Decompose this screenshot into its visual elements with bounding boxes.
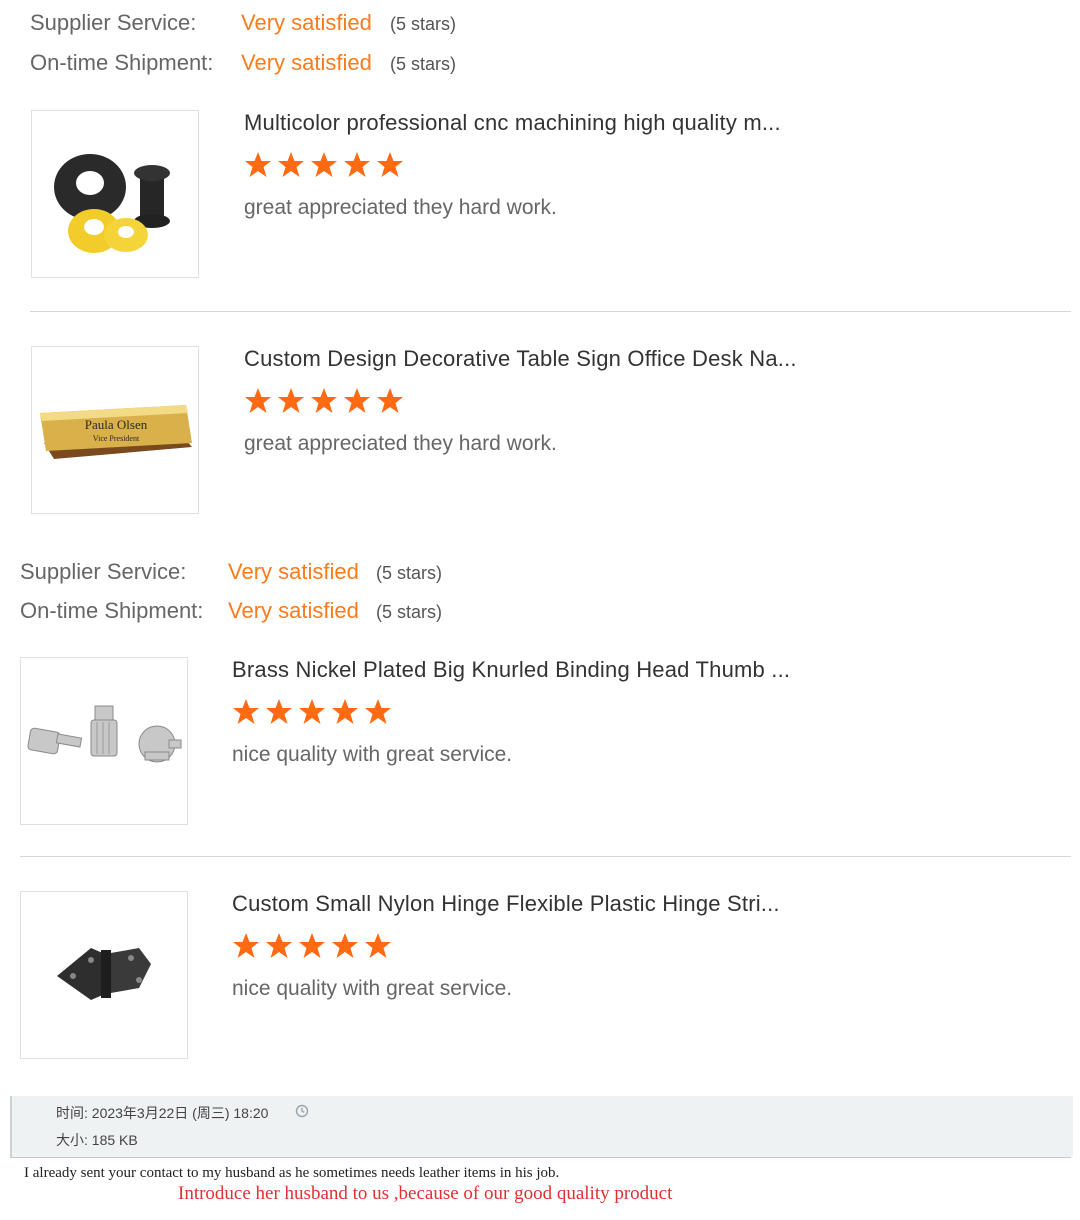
star-icon bbox=[332, 699, 358, 724]
review-item: Brass Nickel Plated Big Knurled Binding … bbox=[20, 657, 820, 825]
divider bbox=[20, 856, 1071, 857]
nameplate-role: Vice President bbox=[93, 434, 140, 443]
supplier-service-stars: (5 stars) bbox=[390, 14, 457, 34]
supplier-service-value: Very satisfied bbox=[228, 559, 359, 584]
star-icon bbox=[278, 152, 304, 177]
plastic-hinge-product-icon bbox=[57, 948, 151, 1000]
star-icon bbox=[245, 152, 271, 177]
review-item: Multicolor professional cnc machining hi… bbox=[31, 110, 831, 278]
history-clock-icon[interactable] bbox=[295, 1104, 309, 1118]
supplier-service-rating: Supplier Service: Very satisfied (5 star… bbox=[30, 10, 550, 40]
product-thumbnail[interactable] bbox=[20, 891, 188, 1059]
star-icon bbox=[365, 699, 391, 724]
product-title[interactable]: Multicolor professional cnc machining hi… bbox=[244, 110, 781, 136]
star-icon bbox=[365, 933, 391, 958]
star-icon bbox=[233, 699, 259, 724]
review-star-rating bbox=[244, 150, 414, 184]
review-item: Paula Olsen Vice President Custom Design… bbox=[31, 346, 831, 514]
star-icon bbox=[332, 933, 358, 958]
review-comment: nice quality with great service. bbox=[232, 743, 513, 766]
thumb-screws-product-icon bbox=[27, 705, 182, 763]
supplier-service-value: Very satisfied bbox=[241, 10, 372, 35]
ontime-shipment-stars: (5 stars) bbox=[390, 54, 457, 74]
ontime-shipment-value: Very satisfied bbox=[241, 50, 372, 75]
star-icon bbox=[299, 933, 325, 958]
desk-nameplate-product-icon: Paula Olsen Vice President bbox=[40, 405, 192, 459]
email-meta-header: 时间: 2023年3月22日 (周三) 18:20 大小: 185 KB bbox=[10, 1096, 1073, 1157]
supplier-service-rating: Supplier Service: Very satisfied (5 star… bbox=[20, 559, 540, 589]
supplier-service-label: Supplier Service: bbox=[30, 10, 197, 35]
product-title[interactable]: Custom Design Decorative Table Sign Offi… bbox=[244, 346, 797, 372]
star-icon bbox=[245, 388, 271, 413]
annotation-note: Introduce her husband to us ,because of … bbox=[178, 1183, 673, 1204]
star-icon bbox=[278, 388, 304, 413]
ontime-shipment-value: Very satisfied bbox=[228, 598, 359, 623]
star-icon bbox=[266, 699, 292, 724]
star-icon bbox=[266, 933, 292, 958]
ontime-shipment-label: On-time Shipment: bbox=[20, 598, 204, 623]
product-title[interactable]: Custom Small Nylon Hinge Flexible Plasti… bbox=[232, 891, 780, 917]
product-thumbnail[interactable] bbox=[31, 110, 199, 278]
nameplate-name: Paula Olsen bbox=[85, 417, 148, 432]
star-icon bbox=[311, 152, 337, 177]
supplier-service-stars: (5 stars) bbox=[376, 563, 443, 583]
star-icon bbox=[299, 699, 325, 724]
email-message: I already sent your contact to my husban… bbox=[24, 1165, 560, 1181]
divider bbox=[30, 311, 1071, 312]
divider bbox=[10, 1157, 1071, 1158]
supplier-service-label: Supplier Service: bbox=[20, 559, 187, 584]
ontime-shipment-rating: On-time Shipment: Very satisfied (5 star… bbox=[20, 598, 540, 628]
star-icon bbox=[344, 388, 370, 413]
email-size: 大小: 185 KB bbox=[56, 1132, 138, 1148]
ontime-shipment-rating: On-time Shipment: Very satisfied (5 star… bbox=[30, 50, 550, 80]
review-star-rating bbox=[244, 386, 414, 420]
star-icon bbox=[344, 152, 370, 177]
review-comment: great appreciated they hard work. bbox=[244, 432, 557, 455]
review-comment: great appreciated they hard work. bbox=[244, 196, 557, 219]
ontime-shipment-stars: (5 stars) bbox=[376, 602, 443, 622]
product-title[interactable]: Brass Nickel Plated Big Knurled Binding … bbox=[232, 657, 790, 683]
star-icon bbox=[233, 933, 259, 958]
star-icon bbox=[377, 152, 403, 177]
product-thumbnail[interactable] bbox=[20, 657, 188, 825]
star-icon bbox=[377, 388, 403, 413]
review-star-rating bbox=[232, 697, 402, 731]
ontime-shipment-label: On-time Shipment: bbox=[30, 50, 214, 75]
star-icon bbox=[311, 388, 337, 413]
review-star-rating bbox=[232, 931, 402, 965]
review-item: Custom Small Nylon Hinge Flexible Plasti… bbox=[20, 891, 820, 1059]
product-thumbnail[interactable]: Paula Olsen Vice President bbox=[31, 346, 199, 514]
email-time: 时间: 2023年3月22日 (周三) 18:20 bbox=[56, 1105, 269, 1121]
rubber-rings-product-icon bbox=[54, 154, 170, 253]
review-comment: nice quality with great service. bbox=[232, 977, 513, 1000]
